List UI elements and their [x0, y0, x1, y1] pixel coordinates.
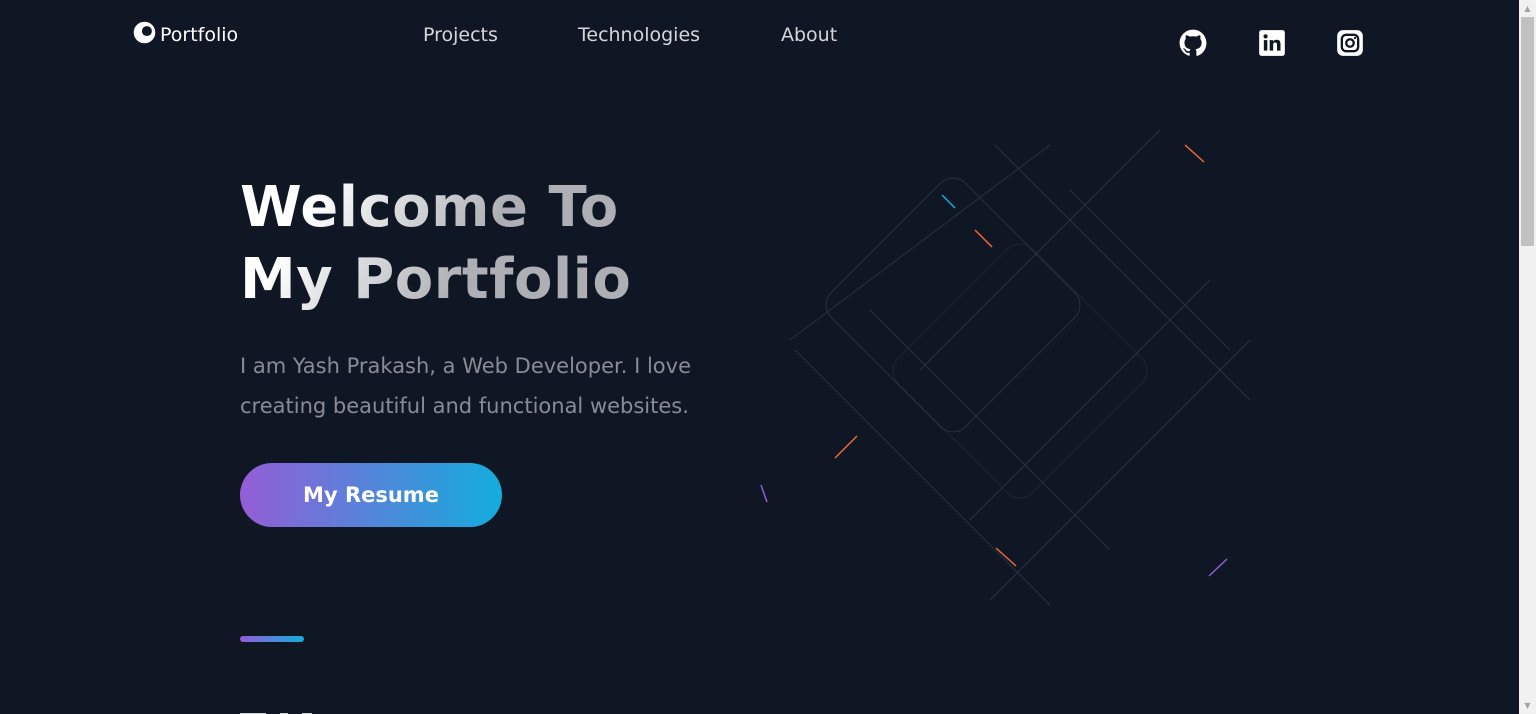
hero-title: Welcome To My Portfolio [240, 172, 631, 316]
hero-title-line2: My Portfolio [240, 247, 632, 312]
hero-title-line1: Welcome To [240, 175, 619, 240]
logo-link[interactable]: Portfolio [133, 21, 239, 49]
page-scrollbar[interactable]: ▲ ▼ [1519, 0, 1536, 714]
scrollbar-thumb[interactable] [1521, 17, 1534, 246]
nav-link-about[interactable]: About [781, 24, 837, 46]
next-section-heading-peek [240, 706, 370, 714]
hero-description: I am Yash Prakash, a Web Developer. I lo… [240, 354, 691, 418]
nav-link-technologies[interactable]: Technologies [578, 24, 700, 46]
linkedin-icon [1258, 29, 1286, 57]
page: Portfolio Projects Technologies About We… [0, 0, 1519, 714]
github-link[interactable] [1179, 29, 1207, 57]
github-icon [1179, 29, 1207, 57]
linkedin-link[interactable] [1258, 29, 1286, 57]
background-grid-art [760, 130, 1251, 606]
logo-text: Portfolio [160, 24, 239, 46]
nav-link-projects[interactable]: Projects [423, 24, 498, 46]
instagram-icon [1336, 29, 1364, 57]
resume-button[interactable]: My Resume [240, 463, 502, 527]
instagram-link[interactable] [1336, 29, 1364, 57]
scroll-down-arrow-icon[interactable]: ▼ [1519, 697, 1536, 714]
section-divider [240, 636, 304, 642]
logo-icon [133, 21, 156, 49]
scroll-up-arrow-icon[interactable]: ▲ [1519, 0, 1536, 17]
